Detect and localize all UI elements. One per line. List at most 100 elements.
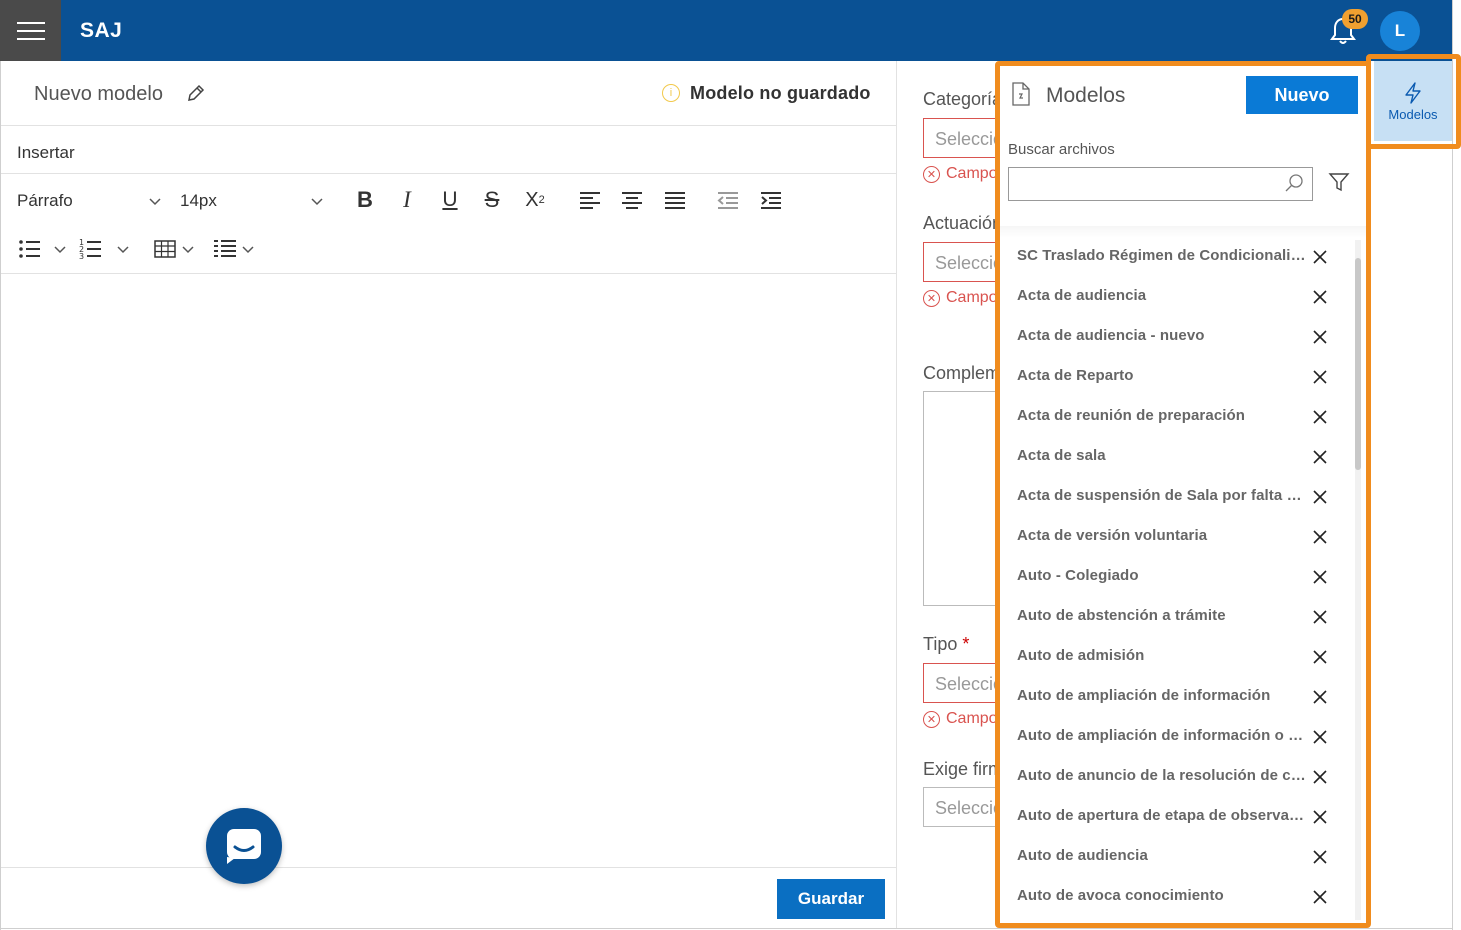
field-error: ✕ Campo [923, 289, 998, 307]
page-border [0, 928, 1453, 929]
close-icon[interactable] [1312, 329, 1328, 345]
chevron-down-icon[interactable] [310, 194, 324, 208]
underline-button[interactable]: U [437, 187, 463, 213]
close-icon[interactable] [1312, 569, 1328, 585]
new-model-button[interactable]: Nuevo [1246, 76, 1358, 114]
chevron-down-icon[interactable] [241, 242, 255, 256]
align-left-icon[interactable] [577, 187, 603, 213]
list-item[interactable]: Auto de admisión [1000, 636, 1356, 676]
save-status: Modelo no guardado [690, 83, 871, 103]
model-name: Acta de suspensión de Sala por falta de … [1017, 487, 1307, 504]
chat-button[interactable] [206, 808, 282, 884]
list-item[interactable]: Auto - Colegiado [1000, 556, 1356, 596]
select-placeholder: Seleccio [935, 253, 1004, 273]
close-icon[interactable] [1312, 409, 1328, 425]
indent-icon[interactable] [758, 187, 784, 213]
close-icon[interactable] [1312, 649, 1328, 665]
list-item[interactable]: Auto de avoca conocimiento [1000, 876, 1356, 916]
highlight-frame [1366, 54, 1461, 149]
search-input[interactable] [1008, 167, 1313, 201]
paragraph-style-select[interactable]: Párrafo [17, 191, 73, 211]
select-placeholder: Seleccio [935, 674, 1004, 694]
select-placeholder: Seleccio [935, 129, 1004, 149]
font-size-select[interactable]: 14px [180, 191, 217, 211]
close-icon[interactable] [1312, 769, 1328, 785]
chevron-down-icon[interactable] [116, 242, 130, 256]
outdent-icon[interactable] [715, 187, 741, 213]
editor-content-area[interactable] [1, 274, 897, 868]
list-item[interactable]: Auto de ampliación de información o d... [1000, 716, 1356, 756]
list-item[interactable]: SC Traslado Régimen de Condicionalida... [1000, 236, 1356, 276]
close-icon[interactable] [1312, 289, 1328, 305]
model-name: Acta de sala [1017, 447, 1106, 464]
document-editor: Nuevo modelo i Modelo no guardado Insert… [1, 61, 897, 928]
list-item[interactable]: Auto de audiencia [1000, 836, 1356, 876]
close-icon[interactable] [1312, 809, 1328, 825]
close-icon[interactable] [1312, 609, 1328, 625]
top-bar: SAJ [0, 0, 1453, 61]
close-icon[interactable] [1312, 849, 1328, 865]
model-name: Acta de audiencia [1017, 287, 1147, 304]
close-icon[interactable] [1312, 889, 1328, 905]
model-name: Auto de ampliación de información [1017, 687, 1271, 704]
list-item[interactable]: Auto de ampliación de información [1000, 676, 1356, 716]
superscript-button[interactable]: X2 [522, 187, 548, 213]
hamburger-menu-button[interactable] [0, 0, 61, 61]
pencil-icon[interactable] [186, 83, 206, 103]
field-error: ✕ Campo [923, 710, 998, 728]
close-icon[interactable] [1312, 729, 1328, 745]
model-name: Acta de audiencia - nuevo [1017, 327, 1205, 344]
error-icon: ✕ [923, 710, 940, 728]
save-button[interactable]: Guardar [777, 879, 885, 919]
model-name: Auto de anuncio de la resolución de co..… [1017, 767, 1307, 784]
actuacion-label: Actuación [923, 213, 1003, 233]
scrollbar-thumb[interactable] [1355, 258, 1361, 470]
model-name: Auto - Colegiado [1017, 567, 1139, 584]
categoria-label: Categoría [923, 89, 1003, 109]
align-justify-icon[interactable] [662, 187, 688, 213]
chevron-down-icon[interactable] [53, 242, 67, 256]
list-item[interactable]: Acta de audiencia - nuevo [1000, 316, 1356, 356]
list-item[interactable]: Auto de apertura de etapa de observaci..… [1000, 796, 1356, 836]
list-item[interactable]: Acta de audiencia [1000, 276, 1356, 316]
models-list: SC Traslado Régimen de Condicionalida...… [1000, 236, 1366, 921]
model-name: Auto de admisión [1017, 647, 1145, 664]
app-brand[interactable]: SAJ [80, 19, 122, 43]
tipo-label: Tipo * [923, 634, 969, 655]
close-icon[interactable] [1312, 689, 1328, 705]
close-icon[interactable] [1312, 369, 1328, 385]
italic-button[interactable]: I [394, 187, 420, 213]
close-icon[interactable] [1312, 449, 1328, 465]
hamburger-icon [16, 21, 45, 40]
strikethrough-button[interactable]: S [479, 187, 505, 213]
bullet-list-icon[interactable] [17, 236, 43, 262]
list-item[interactable]: Acta de Reparto [1000, 356, 1356, 396]
list-item[interactable]: Acta de versión voluntaria [1000, 516, 1356, 556]
list-style-icon[interactable] [212, 236, 238, 262]
list-item[interactable]: Acta de sala [1000, 436, 1356, 476]
numbered-list-icon[interactable]: 123 [78, 236, 104, 262]
bold-button[interactable]: B [352, 187, 378, 213]
model-name: Auto de audiencia [1017, 847, 1148, 864]
table-icon[interactable] [152, 236, 178, 262]
list-item[interactable]: Acta de suspensión de Sala por falta de … [1000, 476, 1356, 516]
model-name: Acta de Reparto [1017, 367, 1134, 384]
list-item[interactable]: Auto de anuncio de la resolución de co..… [1000, 756, 1356, 796]
avatar[interactable]: L [1380, 11, 1420, 51]
chevron-down-icon[interactable] [181, 242, 195, 256]
search-icon[interactable] [1284, 173, 1304, 193]
select-placeholder: Seleccio [935, 798, 1004, 818]
close-icon[interactable] [1312, 489, 1328, 505]
model-name: Auto de apertura de etapa de observaci..… [1017, 807, 1307, 824]
insert-menu[interactable]: Insertar [17, 143, 75, 163]
close-icon[interactable] [1312, 529, 1328, 545]
list-item[interactable]: Acta de reunión de preparación [1000, 396, 1356, 436]
close-icon[interactable] [1312, 249, 1328, 265]
filter-icon[interactable] [1328, 171, 1350, 193]
warning-icon: i [662, 84, 680, 102]
field-error: ✕ Campo [923, 165, 998, 183]
chevron-down-icon[interactable] [148, 194, 162, 208]
error-text: Campo [946, 165, 998, 182]
list-item[interactable]: Auto de abstención a trámite [1000, 596, 1356, 636]
align-center-icon[interactable] [619, 187, 645, 213]
